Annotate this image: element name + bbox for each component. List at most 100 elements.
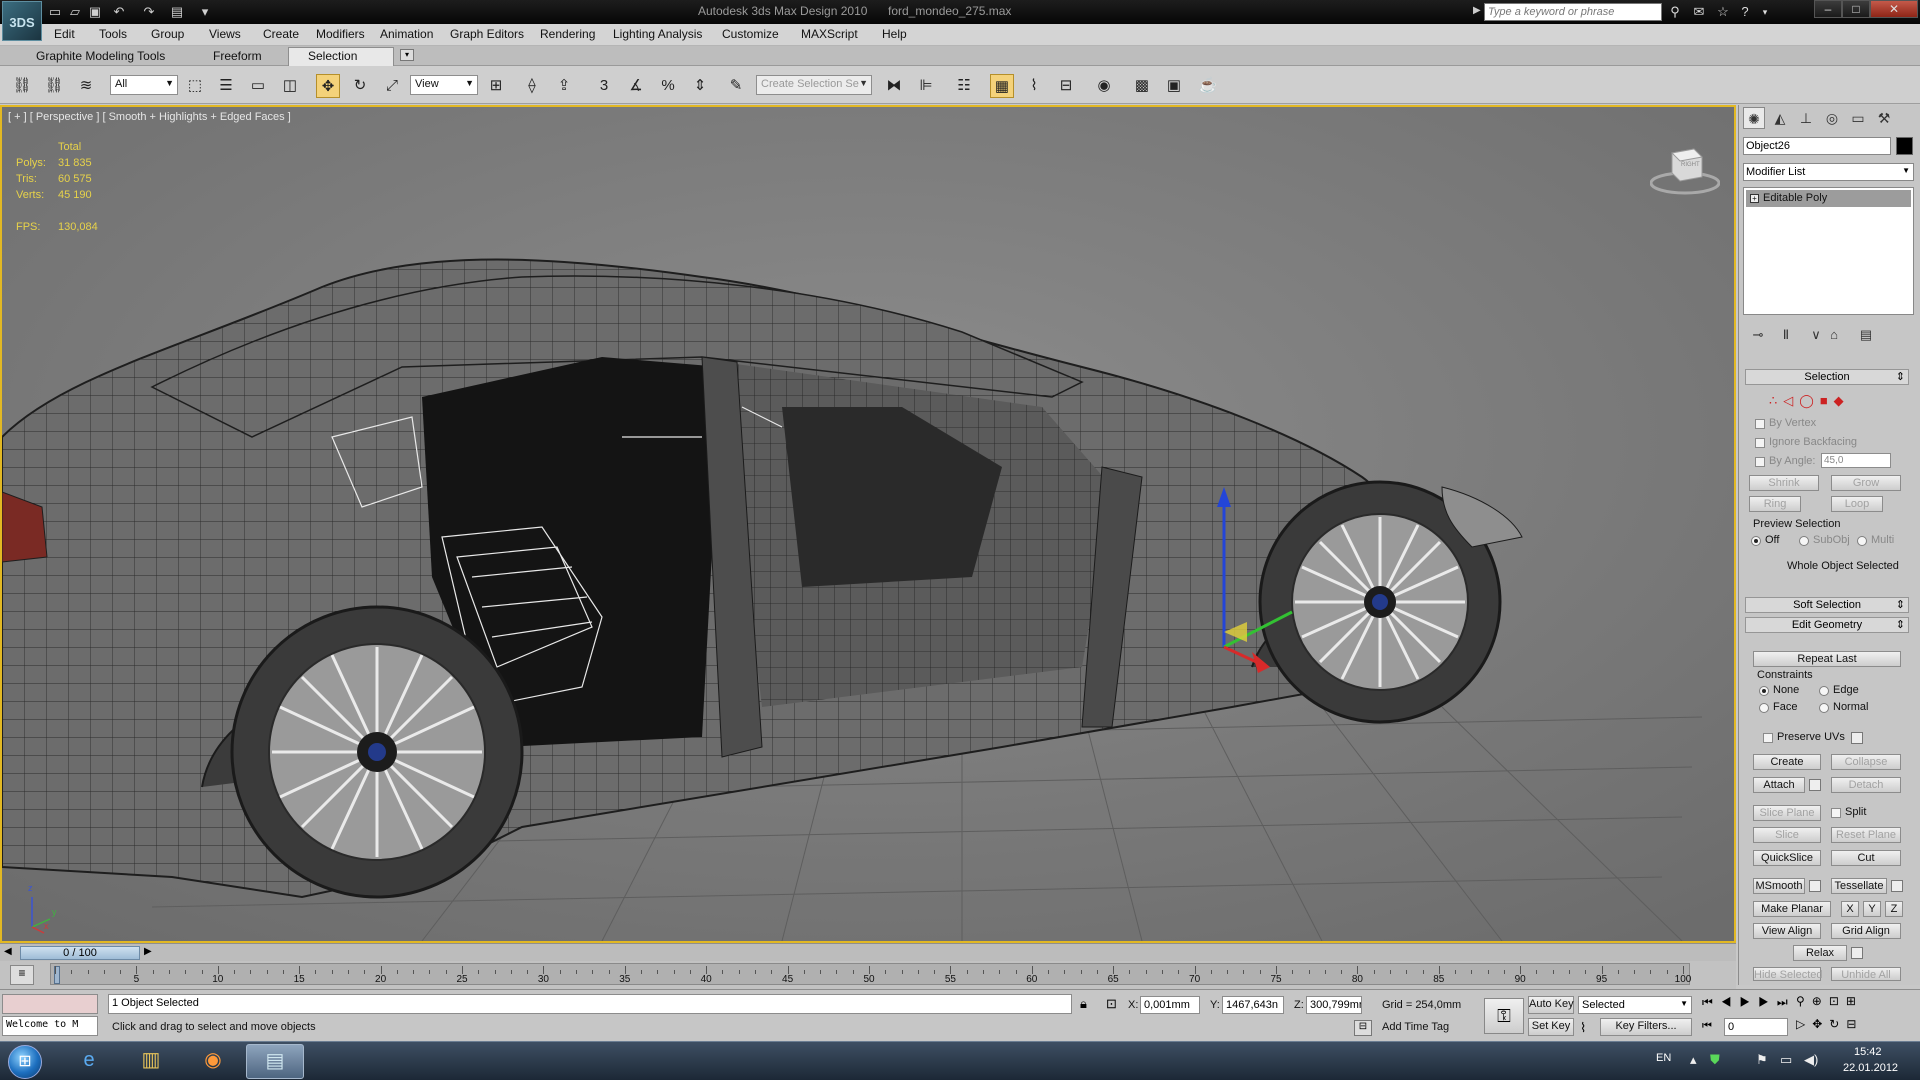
show-end-result-icon[interactable]: Ⅱ xyxy=(1777,327,1795,343)
file-manager-icon[interactable]: ▥ xyxy=(122,1044,180,1079)
loop-button[interactable]: Loop xyxy=(1831,496,1883,512)
cut-button[interactable]: Cut xyxy=(1831,850,1901,866)
by-vertex-checkbox[interactable] xyxy=(1755,419,1765,429)
clock-date[interactable]: 22.01.2012 xyxy=(1843,1062,1898,1074)
save-icon[interactable]: ▣ xyxy=(86,3,104,21)
network-icon[interactable]: ▭ xyxy=(1780,1052,1792,1068)
edit-geometry-rollout-header[interactable]: Edit Geometry ⇕ xyxy=(1745,617,1909,633)
key-mode-toggle-icon[interactable]: ⏮ xyxy=(1702,1020,1712,1033)
selection-lock-icon[interactable]: 🔒︎ xyxy=(1080,996,1087,1012)
modifier-list-dropdown[interactable]: Modifier List ▼ xyxy=(1743,163,1914,181)
constraint-normal-radio[interactable] xyxy=(1819,703,1829,713)
track-bar[interactable]: ≡ 5 10 15 20 25 30 35 40 45 50 55 60 65 70 75 80 85 90 95 1… xyxy=(0,961,1736,989)
material-editor-icon[interactable]: ◉ xyxy=(1092,74,1116,98)
split-checkbox[interactable] xyxy=(1831,808,1841,818)
repeat-last-button[interactable]: Repeat Last xyxy=(1753,651,1901,667)
display-panel-icon[interactable]: ▭ xyxy=(1847,107,1869,129)
mirror-icon[interactable]: ⧓ xyxy=(882,74,906,98)
constraint-edge-radio[interactable] xyxy=(1819,686,1829,696)
tessellate-button[interactable]: Tessellate xyxy=(1831,878,1887,894)
car-wireframe-model[interactable] xyxy=(2,107,1734,941)
menu-help[interactable]: Help xyxy=(882,27,907,41)
configure-modifier-sets-icon[interactable]: ▤ xyxy=(1857,327,1875,343)
select-and-scale-icon[interactable]: ⤢ xyxy=(380,74,404,98)
select-object-icon[interactable]: ⬚ xyxy=(183,74,207,98)
ring-button[interactable]: Ring xyxy=(1749,496,1801,512)
clock-time[interactable]: 15:42 xyxy=(1854,1046,1882,1058)
menu-customize[interactable]: Customize xyxy=(722,27,779,41)
set-key-button[interactable]: Set Key xyxy=(1528,1018,1574,1036)
time-slider-prev-icon[interactable]: ◀ xyxy=(4,946,12,957)
planar-x-button[interactable]: X xyxy=(1841,901,1859,917)
show-hidden-icons-icon[interactable]: ▴ xyxy=(1690,1052,1697,1068)
key-filters-button[interactable]: Key Filters... xyxy=(1600,1018,1692,1036)
unlink-selection-icon[interactable]: ⛓ xyxy=(42,74,66,98)
select-and-link-icon[interactable]: ⛓ xyxy=(10,74,34,98)
minimize-button[interactable]: – xyxy=(1814,0,1842,18)
make-planar-button[interactable]: Make Planar xyxy=(1753,901,1831,917)
preview-multi-radio[interactable] xyxy=(1857,536,1867,546)
rectangular-selection-icon[interactable]: ▭ xyxy=(246,74,270,98)
object-color-swatch[interactable] xyxy=(1896,137,1913,155)
key-filter-curve-icon[interactable]: ⌇ xyxy=(1580,1020,1586,1036)
track-ruler[interactable]: 5 10 15 20 25 30 35 40 45 50 55 60 65 70 75 80 85 90 95 100 xyxy=(50,963,1691,985)
slice-plane-button[interactable]: Slice Plane xyxy=(1753,805,1821,821)
time-tag-icon[interactable]: ⊟ xyxy=(1354,1020,1372,1036)
collapse-button[interactable]: Collapse xyxy=(1831,754,1901,770)
viewport-navigation-controls-2[interactable]: ▷✥↻⊟ xyxy=(1796,1017,1863,1031)
time-slider-next-icon[interactable]: ▶ xyxy=(144,946,152,957)
relax-button[interactable]: Relax xyxy=(1793,945,1847,961)
new-file-icon[interactable]: ▭ xyxy=(46,3,64,21)
utilities-panel-icon[interactable]: ⚒ xyxy=(1873,107,1895,129)
action-center-flag-icon[interactable]: ⚑ xyxy=(1756,1052,1768,1068)
3ds-max-taskbar-icon[interactable]: ▤ xyxy=(246,1044,304,1079)
perspective-viewport[interactable]: z y x [ + ] [ Perspective ] [ Smooth + H… xyxy=(0,105,1736,943)
redo-icon[interactable]: ↷ xyxy=(140,3,158,21)
schematic-view-icon[interactable]: ⊟ xyxy=(1054,74,1078,98)
motion-panel-icon[interactable]: ◎ xyxy=(1821,107,1843,129)
angle-snap-icon[interactable]: ∡ xyxy=(624,74,648,98)
preserve-uvs-checkbox[interactable] xyxy=(1763,733,1773,743)
unhide-all-button[interactable]: Unhide All xyxy=(1831,967,1901,981)
x-coord-field[interactable]: 0,001mm xyxy=(1140,996,1200,1014)
edit-named-selection-icon[interactable]: ✎ xyxy=(724,74,748,98)
msmooth-button[interactable]: MSmooth xyxy=(1753,878,1805,894)
align-icon[interactable]: ⊫ xyxy=(914,74,938,98)
security-shield-icon[interactable]: ⛊ xyxy=(1710,1052,1720,1068)
curve-editor-icon[interactable]: ⌇ xyxy=(1022,74,1046,98)
menu-animation[interactable]: Animation xyxy=(380,27,433,41)
selection-filter-dropdown[interactable]: All ▼ xyxy=(110,75,178,95)
named-selection-dropdown[interactable]: Create Selection Se ▼ xyxy=(756,75,872,95)
maximize-button[interactable]: □ xyxy=(1842,0,1870,18)
grow-button[interactable]: Grow xyxy=(1831,475,1901,491)
preview-subobj-radio[interactable] xyxy=(1799,536,1809,546)
favorites-icon[interactable]: ☆ xyxy=(1714,3,1732,21)
menu-create[interactable]: Create xyxy=(263,27,299,41)
menu-lighting-analysis[interactable]: Lighting Analysis xyxy=(613,27,702,41)
slice-button[interactable]: Slice xyxy=(1753,827,1821,843)
menu-views[interactable]: Views xyxy=(209,27,241,41)
hide-selected-button[interactable]: Hide Selected xyxy=(1753,967,1823,981)
undo-icon[interactable]: ↶ xyxy=(110,3,128,21)
soft-selection-rollout-header[interactable]: Soft Selection ⇕ xyxy=(1745,597,1909,613)
subobject-level-icons[interactable]: ∴◁◯■◆ xyxy=(1769,393,1850,409)
bind-to-space-warp-icon[interactable]: ≋ xyxy=(74,74,98,98)
window-crossing-icon[interactable]: ◫ xyxy=(278,74,302,98)
keyboard-shortcut-override-icon[interactable]: ⇪ xyxy=(552,74,576,98)
create-panel-icon[interactable]: ✺ xyxy=(1743,107,1765,129)
select-by-name-icon[interactable]: ☰ xyxy=(214,74,238,98)
select-and-move-icon[interactable]: ✥ xyxy=(316,74,340,98)
select-manipulate-icon[interactable]: ⟠ xyxy=(520,74,544,98)
menu-maxscript[interactable]: MAXScript xyxy=(801,27,858,41)
planar-z-button[interactable]: Z xyxy=(1885,901,1903,917)
tab-freeform[interactable]: Freeform xyxy=(213,49,262,63)
menu-modifiers[interactable]: Modifiers xyxy=(316,27,365,41)
render-setup-icon[interactable]: ▩ xyxy=(1130,74,1154,98)
create-button[interactable]: Create xyxy=(1753,754,1821,770)
viewcube[interactable]: RIGHT xyxy=(1649,139,1721,195)
by-angle-checkbox[interactable] xyxy=(1755,457,1765,467)
angle-value-field[interactable]: 45,0 xyxy=(1821,453,1891,468)
graphite-modeling-tools-toggle-icon[interactable]: ▦ xyxy=(990,74,1014,98)
open-file-icon[interactable]: ▱ xyxy=(66,3,84,21)
viewport-navigation-controls[interactable]: ⚲⊕⊡⊞ xyxy=(1796,994,1863,1008)
